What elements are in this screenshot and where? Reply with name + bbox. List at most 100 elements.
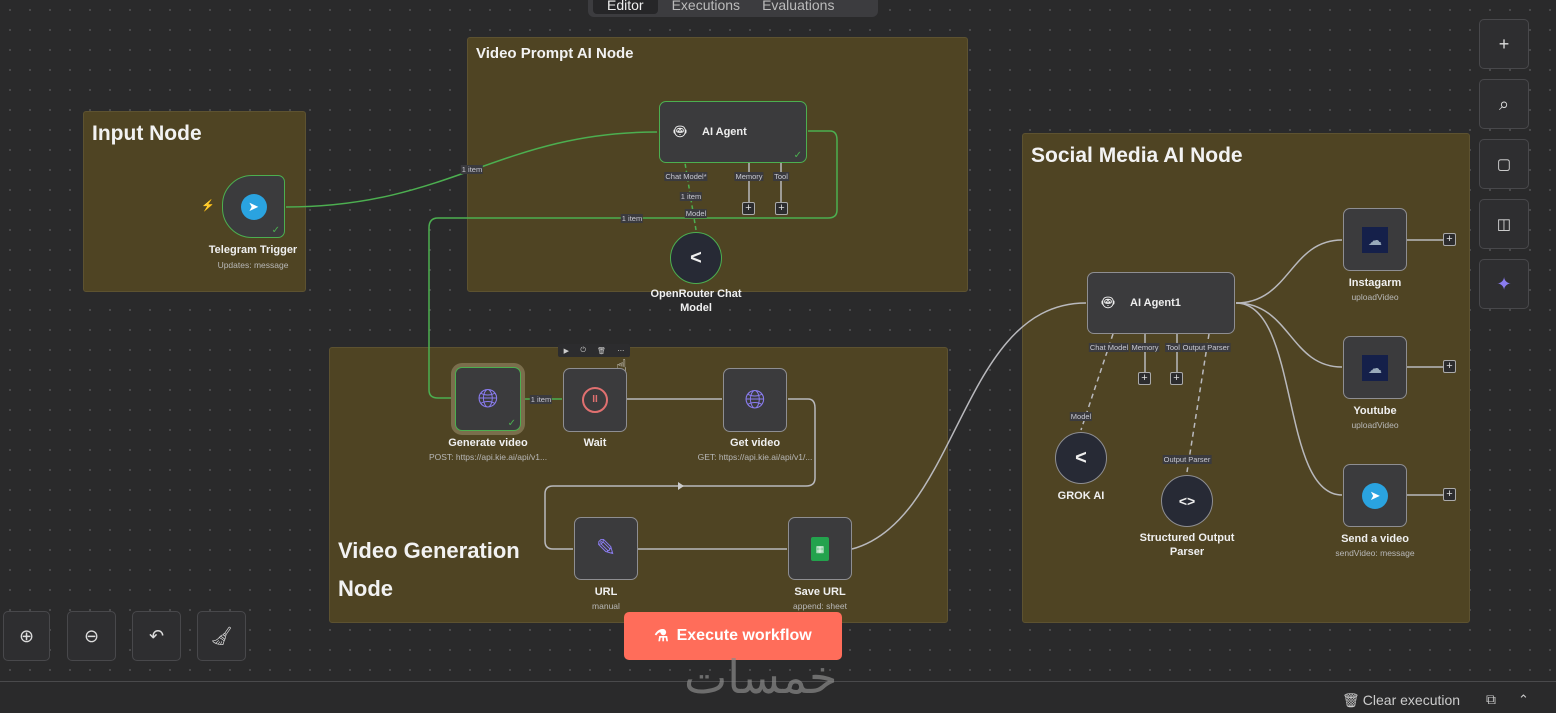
node-telegram-trigger[interactable]: ➤ ✓	[222, 175, 285, 238]
node-label: Structured Output Parser	[1139, 532, 1235, 558]
cloud-upload-icon: ☁	[1362, 226, 1388, 253]
search-icon: ⌕	[1498, 93, 1510, 114]
node-subtitle: POST: https://api.kie.ai/api/v1...	[428, 452, 548, 462]
broom-icon: 🧹︎	[210, 625, 233, 646]
node-openrouter-chat-model[interactable]: <	[670, 232, 722, 284]
panel-icon: ◫	[1496, 216, 1512, 233]
openrouter-icon: <	[1075, 446, 1087, 469]
play-icon[interactable]: ▶	[564, 347, 569, 355]
node-label: Send a video	[1341, 533, 1409, 545]
edge-label: 1 item	[460, 165, 484, 174]
node-instagram[interactable]: ☁	[1343, 208, 1407, 271]
node-subtitle: manual	[592, 601, 620, 611]
node-get-video[interactable]: 🌐︎	[723, 368, 787, 432]
edge-label: 1 item	[620, 214, 644, 223]
telegram-icon: ➤	[240, 193, 267, 220]
node-url[interactable]: ✎	[574, 517, 638, 580]
watermark-logo: خمسات	[684, 650, 838, 704]
add-node-button[interactable]: +	[1443, 233, 1456, 246]
node-wait[interactable]: II	[563, 368, 627, 432]
node-grok-ai[interactable]: <	[1055, 432, 1107, 484]
node-label: Instagarm	[1348, 277, 1402, 289]
flask-icon: ⚗	[654, 628, 669, 645]
node-subtitle: Updates: message	[217, 260, 289, 270]
globe-icon: 🌐︎	[477, 383, 499, 413]
node-label: OpenRouter Chat Model	[650, 288, 742, 314]
node-send-video[interactable]: ➤	[1343, 464, 1407, 527]
node-subtitle: uploadVideo	[1351, 420, 1399, 430]
node-ai-agent[interactable]: 🤖︎ AI Agent ✓	[659, 101, 807, 163]
node-generate-video[interactable]: 🌐︎ ✓	[455, 367, 521, 431]
node-label: GROK AI	[1057, 490, 1105, 502]
add-node-button[interactable]: +	[1443, 360, 1456, 373]
handle-memory[interactable]: Memory	[1130, 343, 1160, 352]
sticky-note-button[interactable]: ▢	[1479, 139, 1529, 189]
globe-icon: 🌐︎	[744, 384, 766, 414]
node-subtitle: GET: https://api.kie.ai/api/v1/...	[697, 452, 813, 462]
edge-label: 1 item	[529, 395, 553, 404]
zoom-in-button[interactable]: ⊕	[3, 611, 50, 661]
more-icon[interactable]: ⋯	[617, 347, 624, 355]
ai-assistant-button[interactable]: ✦	[1479, 259, 1529, 309]
robot-icon: 🤖︎	[674, 121, 686, 143]
chevron-up-icon[interactable]: ⌃	[1518, 692, 1529, 708]
node-subtitle: uploadVideo	[1351, 292, 1399, 302]
add-memory-button[interactable]: +	[742, 202, 755, 215]
popout-icon[interactable]: ⧉	[1486, 691, 1496, 708]
tidy-up-button[interactable]: 🧹︎	[197, 611, 246, 661]
handle-chat-model[interactable]: Chat Model	[1088, 343, 1130, 352]
node-subtitle: append: sheet	[793, 601, 847, 611]
handle-memory[interactable]: Memory	[734, 172, 764, 181]
undo-icon: ↶	[148, 625, 165, 646]
trash-icon: 🗑︎	[1342, 692, 1360, 708]
toggle-panel-button[interactable]: ◫	[1479, 199, 1529, 249]
handle-model: Model	[684, 209, 708, 218]
clear-execution-button[interactable]: 🗑︎ Clear execution	[1342, 692, 1460, 709]
edge-label: 1 item	[679, 192, 703, 201]
handle-output-parser[interactable]: Output Parser	[1181, 343, 1231, 352]
trash-icon[interactable]: 🗑︎	[597, 347, 606, 355]
sparkle-icon: ✦	[1496, 273, 1512, 294]
add-node-toolbar-button[interactable]: +	[1479, 19, 1529, 69]
handle-tool[interactable]: Tool	[773, 172, 789, 181]
telegram-icon: ➤	[1362, 482, 1388, 509]
search-button[interactable]: ⌕	[1479, 79, 1529, 129]
zoom-out-button[interactable]: ⊖	[67, 611, 116, 661]
node-label: Wait	[583, 437, 607, 449]
code-icon: <>	[1178, 493, 1196, 509]
note-icon: ▢	[1496, 156, 1512, 173]
node-save-url[interactable]: ▦	[788, 517, 852, 580]
trigger-bolt-icon: ⚡	[201, 200, 215, 212]
node-structured-output-parser[interactable]: <>	[1161, 475, 1213, 527]
pencil-icon: ✎	[595, 535, 617, 562]
pause-icon: II	[582, 387, 608, 413]
add-memory-button[interactable]: +	[1138, 372, 1151, 385]
cloud-upload-icon: ☁	[1362, 354, 1388, 381]
add-tool-button[interactable]: +	[775, 202, 788, 215]
workflow-canvas[interactable]: Editor Executions Evaluations Input Node…	[0, 0, 1556, 681]
google-sheets-icon: ▦	[811, 536, 829, 561]
handle-tool[interactable]: Tool	[1165, 343, 1181, 352]
handle-output-parser: Output Parser	[1162, 455, 1212, 464]
node-label: Get video	[729, 437, 781, 449]
node-subtitle: sendVideo: message	[1335, 548, 1415, 558]
success-check-icon: ✓	[507, 418, 516, 429]
openrouter-icon: <	[690, 246, 702, 269]
zoom-in-icon: ⊕	[18, 625, 35, 646]
handle-chat-model[interactable]: Chat Model*	[664, 172, 708, 181]
add-tool-button[interactable]: +	[1170, 372, 1183, 385]
node-youtube[interactable]: ☁	[1343, 336, 1407, 399]
handle-model: Model	[1069, 412, 1093, 421]
undo-button[interactable]: ↶	[132, 611, 181, 661]
node-label: Telegram Trigger	[208, 244, 298, 256]
power-icon[interactable]: ⏻	[580, 347, 586, 355]
success-check-icon: ✓	[271, 225, 280, 236]
node-label: Youtube	[1353, 405, 1397, 417]
node-label: URL	[594, 586, 618, 598]
node-label: Save URL	[794, 586, 846, 598]
node-ai-agent1[interactable]: 🤖︎ AI Agent1	[1087, 272, 1235, 334]
success-check-icon: ✓	[793, 150, 802, 161]
robot-icon: 🤖︎	[1102, 292, 1114, 314]
zoom-out-icon: ⊖	[83, 625, 100, 646]
add-node-button[interactable]: +	[1443, 488, 1456, 501]
